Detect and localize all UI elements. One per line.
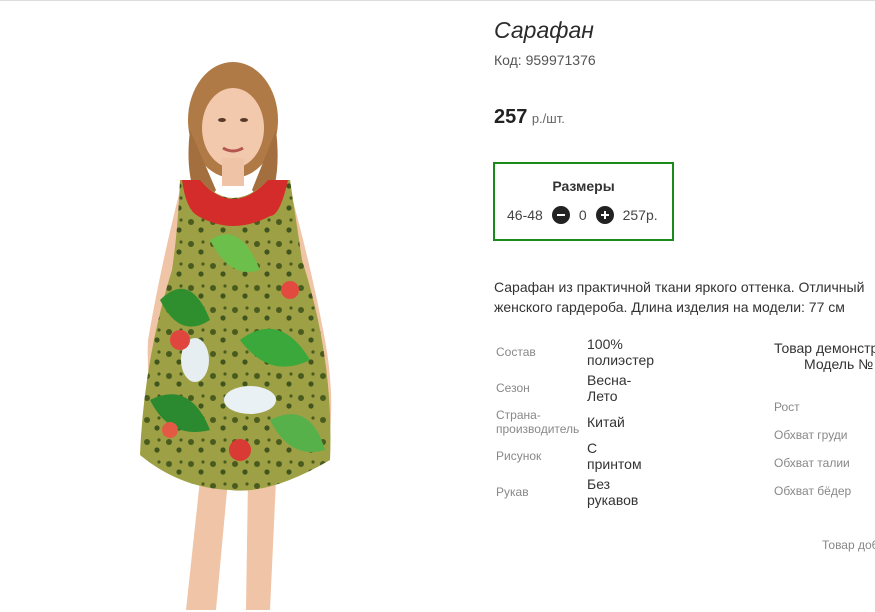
- measure-hips: Обхват бёдер: [774, 484, 852, 498]
- measure-waist: Обхват талии: [774, 456, 850, 470]
- product-price: 257 р./шт.: [494, 106, 565, 129]
- size-row: 46-48 0 257р.: [507, 206, 658, 224]
- top-divider: [0, 0, 875, 1]
- model-title: Товар демонстр: [774, 340, 875, 356]
- model-subtitle: Модель №: [804, 356, 874, 372]
- spec-label-sleeve: Рукав: [496, 485, 529, 499]
- increase-quantity-button[interactable]: [595, 206, 614, 224]
- spec-label-composition: Состав: [496, 345, 536, 359]
- product-description: Сарафан из практичной ткани яркого оттен…: [494, 277, 875, 317]
- price-unit: р./шт.: [531, 111, 565, 126]
- spec-label-season: Сезон: [496, 381, 530, 395]
- price-value: 257: [494, 106, 528, 128]
- spec-label-country: Страна-производитель: [496, 408, 580, 436]
- product-photo[interactable]: [120, 40, 380, 612]
- spec-value-country: Китай: [587, 414, 625, 430]
- spec-label-pattern: Рисунок: [496, 449, 542, 463]
- size-label: 46-48: [507, 207, 543, 223]
- spec-value-sleeve: Без рукавов: [587, 476, 639, 508]
- product-code: Код: 959971376: [494, 52, 596, 68]
- footer-note: Товар до6: [822, 538, 875, 552]
- measure-chest: Обхват груди: [774, 428, 848, 442]
- decrease-quantity-button[interactable]: [551, 206, 570, 224]
- minus-circle-icon: [556, 214, 565, 216]
- spec-value-composition: 100% полиэстер: [587, 336, 655, 368]
- product-code-label: Код:: [494, 52, 522, 68]
- product-title: Сарафан: [494, 17, 594, 43]
- measure-height: Рост: [774, 400, 800, 414]
- quantity-value: 0: [578, 207, 587, 223]
- size-price: 257р.: [622, 207, 658, 223]
- description-line: женского гардероба. Длина изделия на мод…: [494, 299, 845, 315]
- sizes-panel: Размеры 46-48 0 257р.: [493, 162, 674, 241]
- product-code-value: 959971376: [525, 52, 596, 68]
- spec-value-season: Весна-Лето: [587, 372, 632, 404]
- sizes-title: Размеры: [552, 178, 615, 194]
- description-line: Сарафан из практичной ткани яркого оттен…: [494, 279, 865, 295]
- spec-value-pattern: С принтом: [587, 440, 642, 472]
- plus-circle-icon: [600, 211, 609, 219]
